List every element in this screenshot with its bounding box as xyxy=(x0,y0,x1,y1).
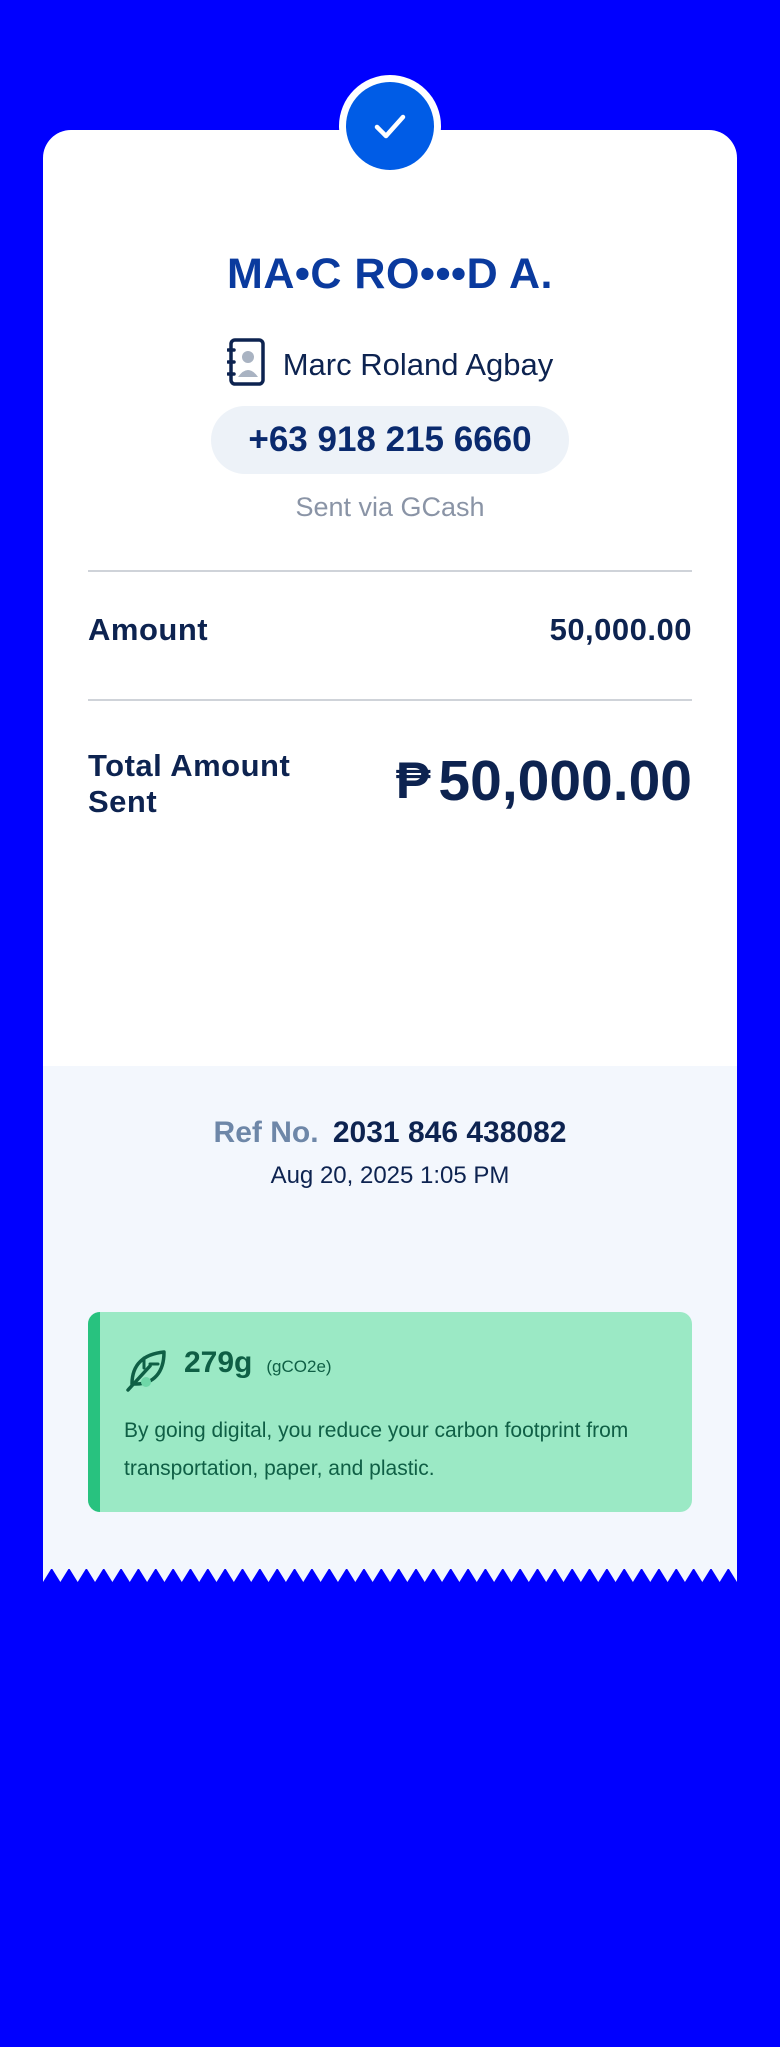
eco-header: 279g (gCO2e) xyxy=(124,1346,332,1397)
carbon-footprint-card: 279g (gCO2e) By going digital, you reduc… xyxy=(88,1312,692,1512)
transaction-receipt: MA•C RO•••D A. Marc Roland Agbay +63 918… xyxy=(43,75,737,1588)
reference-line: Ref No. 2031 846 438082 xyxy=(43,1116,737,1150)
leaf-icon xyxy=(124,1346,170,1397)
carbon-unit: (gCO2e) xyxy=(266,1357,332,1376)
check-icon xyxy=(346,82,434,170)
contact-row: Marc Roland Agbay xyxy=(43,338,737,391)
divider xyxy=(88,699,692,701)
eco-accent-bar xyxy=(88,1312,100,1512)
carbon-message: By going digital, you reduce your carbon… xyxy=(124,1419,629,1480)
success-badge xyxy=(339,75,441,177)
amount-value: 50,000.00 xyxy=(549,612,692,647)
recipient-phone: +63 918 215 6660 xyxy=(211,406,569,474)
total-amount-label: Total Amount Sent xyxy=(88,748,291,819)
ref-label: Ref No. xyxy=(213,1116,319,1149)
sent-via-label: Sent via GCash xyxy=(295,492,485,522)
recipient-masked-name: MA•C RO•••D A. xyxy=(227,250,553,298)
contact-book-icon xyxy=(225,338,267,391)
divider xyxy=(88,570,692,572)
ref-number: 2031 846 438082 xyxy=(332,1116,567,1149)
total-amount-value: 50,000.00 xyxy=(438,749,692,813)
receipt-footer: Ref No. 2031 846 438082 Aug 20, 2025 1:0… xyxy=(43,1066,737,1569)
torn-edge xyxy=(43,1568,737,1582)
transaction-datetime: Aug 20, 2025 1:05 PM xyxy=(270,1162,510,1189)
amount-label: Amount xyxy=(88,612,209,647)
carbon-grams: 279g xyxy=(184,1346,253,1379)
receipt-summary: MA•C RO•••D A. Marc Roland Agbay +63 918… xyxy=(43,75,737,1066)
total-amount: ₱ 50,000.00 xyxy=(396,748,692,814)
peso-currency-symbol: ₱ xyxy=(395,752,431,810)
contact-name: Marc Roland Agbay xyxy=(282,346,554,382)
